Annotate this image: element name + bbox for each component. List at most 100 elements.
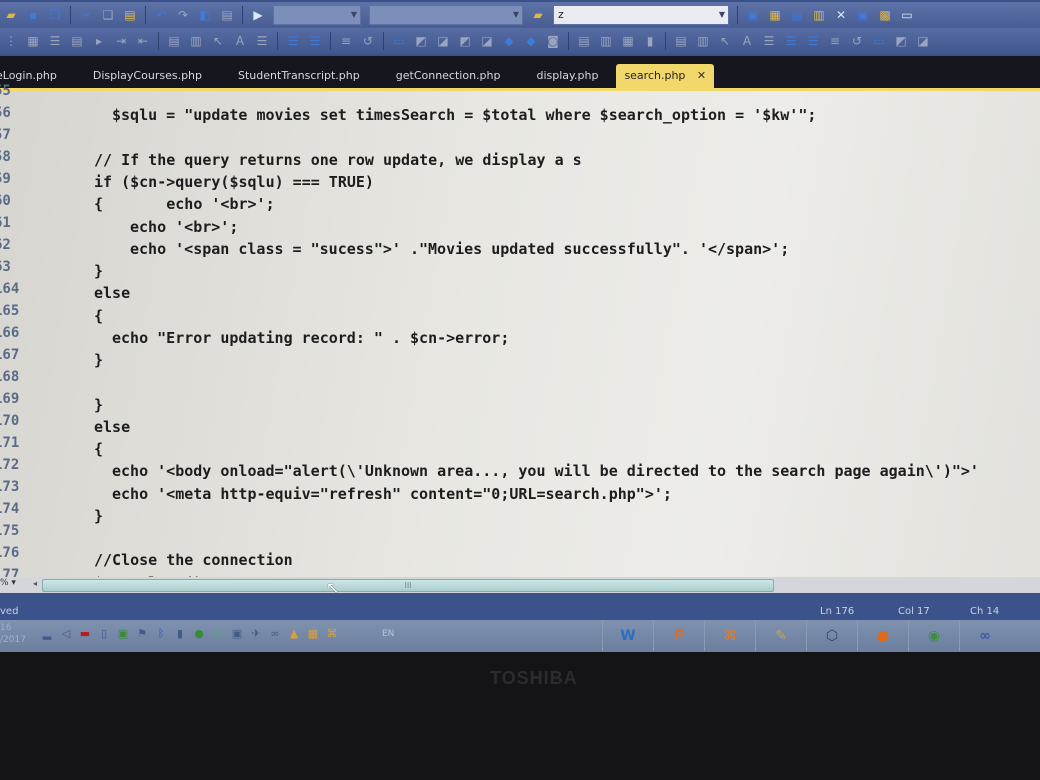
list-members-icon[interactable]: ▤ xyxy=(672,32,690,50)
code-editor[interactable]: 55 56 $sqlu = "update movies set timesSear… xyxy=(0,83,1040,592)
select-icon[interactable]: ↖ xyxy=(209,32,227,50)
prev-bookmark-folder-icon[interactable]: ◩ xyxy=(456,32,474,50)
toolbox-icon[interactable]: ▥ xyxy=(810,6,828,24)
bluetooth-icon[interactable]: ᛒ xyxy=(154,627,168,641)
start-page-icon[interactable]: ▣ xyxy=(854,6,872,24)
navigate-back-icon[interactable]: ◧ xyxy=(196,6,214,24)
close-icon[interactable]: ✕ xyxy=(697,69,706,82)
update-icon[interactable]: ○ xyxy=(211,627,225,641)
text-align-icon[interactable]: ☰ xyxy=(760,32,778,50)
bookmark-icon[interactable]: ▭ xyxy=(390,32,408,50)
code-line[interactable]: echo '<body onload="alert(\'Unknown area… xyxy=(112,462,979,480)
parameter-icon[interactable]: ▥ xyxy=(694,32,712,50)
warning-icon[interactable]: ▲ xyxy=(287,627,301,641)
save-all-icon[interactable]: ❐ xyxy=(46,6,64,24)
copy-icon[interactable]: ❏ xyxy=(99,6,117,24)
tab-search[interactable]: search.php ✕ xyxy=(616,64,715,88)
taskbar-app-connect[interactable]: ∞ xyxy=(959,620,1010,651)
code-line[interactable]: { xyxy=(94,307,103,325)
increase-indent-icon[interactable]: ☰ xyxy=(306,32,324,50)
code-line[interactable]: // If the query returns one row update, … xyxy=(94,151,582,169)
parameter-info-icon[interactable]: ☰ xyxy=(46,32,64,50)
code-line[interactable]: echo "Error updating record: " . $cn->er… xyxy=(112,329,509,347)
tab-display[interactable]: display.php xyxy=(519,64,617,88)
display-icon[interactable]: ▬ xyxy=(78,627,92,641)
extension-icon[interactable]: ▩ xyxy=(876,6,894,24)
indent2-icon[interactable]: ☰ xyxy=(804,32,822,50)
xampp-tray-icon[interactable]: ▦ xyxy=(306,627,320,641)
paste-icon[interactable]: ▤ xyxy=(121,6,139,24)
save-icon[interactable]: ▪ xyxy=(24,6,42,24)
quick-info-icon[interactable]: ▤ xyxy=(68,32,86,50)
tab-studenttranscript[interactable]: StudentTranscript.php xyxy=(220,64,378,88)
find-in-files-icon[interactable]: ▰ xyxy=(529,6,547,24)
debug-window3-icon[interactable]: ▦ xyxy=(619,32,637,50)
code-line[interactable]: } xyxy=(94,262,103,280)
platform-combo[interactable]: ▼ xyxy=(369,5,523,25)
taskbar-app-virtualbox[interactable]: ⬡ xyxy=(806,620,857,651)
member-list-icon[interactable]: ▦ xyxy=(24,32,42,50)
bookmark2-icon[interactable]: ▭ xyxy=(870,32,888,50)
prev-bookmark-doc-icon[interactable]: ◆ xyxy=(500,32,518,50)
link-icon[interactable]: ∞ xyxy=(268,627,282,641)
zoom-level-select[interactable]: % ▾ xyxy=(0,578,28,588)
next-bookmark-doc-icon[interactable]: ◆ xyxy=(522,32,540,50)
taskbar-app-firefox[interactable]: ● xyxy=(857,620,908,651)
cut-icon[interactable]: ✂ xyxy=(77,6,95,24)
signal-icon[interactable]: ▂ xyxy=(40,627,54,641)
code-line[interactable]: $sqlu = "update movies set timesSearch =… xyxy=(112,106,816,124)
complete-word-icon[interactable]: ▸ xyxy=(90,32,108,50)
scroll-left-icon[interactable]: ◂ xyxy=(30,579,40,590)
code-line[interactable]: } xyxy=(94,507,103,525)
uncomment-lines-icon[interactable]: ↺ xyxy=(359,32,377,50)
tab-getconnection[interactable]: getConnection.php xyxy=(378,64,519,88)
undo-icon[interactable]: ↶ xyxy=(152,6,170,24)
code-line[interactable]: { xyxy=(94,440,103,458)
format-icon[interactable]: A xyxy=(231,32,249,50)
prev-bookmark-icon[interactable]: ◩ xyxy=(412,32,430,50)
align-icon[interactable]: ☰ xyxy=(253,32,271,50)
scroll-thumb[interactable]: III xyxy=(42,579,774,592)
comment2-icon[interactable]: ≡ xyxy=(826,32,844,50)
object-browser-icon[interactable]: ▤ xyxy=(788,6,806,24)
globe-icon[interactable]: ● xyxy=(192,627,206,641)
taskbar-app-xampp[interactable]: ⌘ xyxy=(704,620,755,651)
pin-icon[interactable]: ✈ xyxy=(249,627,263,641)
tools-icon[interactable]: ✕ xyxy=(832,6,850,24)
uncomment2-icon[interactable]: ↺ xyxy=(848,32,866,50)
taskbar-app-chrome[interactable]: ◉ xyxy=(908,620,959,651)
prev2-icon[interactable]: ◩ xyxy=(892,32,910,50)
solution-config-combo[interactable]: ▼ xyxy=(273,5,361,25)
uncomment-icon[interactable]: ▥ xyxy=(187,32,205,50)
code-line[interactable]: echo '<meta http-equiv="refresh" content… xyxy=(112,485,672,503)
find-combo[interactable]: z ▼ xyxy=(553,5,729,25)
code-line[interactable]: } xyxy=(94,396,103,414)
code-line[interactable]: else xyxy=(94,284,130,302)
solution-explorer-icon[interactable]: ▣ xyxy=(744,6,762,24)
clear-bookmarks-icon[interactable]: ◙ xyxy=(544,32,562,50)
code-line[interactable]: echo '<span class = "sucess">' ."Movies … xyxy=(130,240,789,258)
code-line[interactable]: if ($cn->query($sqlu) === TRUE) xyxy=(94,173,374,191)
language-indicator[interactable]: EN xyxy=(382,629,394,639)
code-line[interactable]: else xyxy=(94,418,130,436)
monitor-icon[interactable]: ▣ xyxy=(230,627,244,641)
next2-icon[interactable]: ◪ xyxy=(914,32,932,50)
network-icon[interactable]: ▣ xyxy=(116,627,130,641)
debug-window-icon[interactable]: ▤ xyxy=(575,32,593,50)
tab-elogin[interactable]: eLogin.php xyxy=(0,64,75,88)
font-icon[interactable]: A xyxy=(738,32,756,50)
debug-window2-icon[interactable]: ▥ xyxy=(597,32,615,50)
indent-icon[interactable]: ⇥ xyxy=(112,32,130,50)
code-line[interactable]: } xyxy=(94,351,103,369)
redo-icon[interactable]: ↷ xyxy=(174,6,192,24)
open-folder-icon[interactable]: ▰ xyxy=(2,6,20,24)
security-icon[interactable]: ▮ xyxy=(173,627,187,641)
outdent-icon[interactable]: ⇤ xyxy=(134,32,152,50)
taskbar-clock[interactable]: 16 /2017 xyxy=(0,622,26,646)
comment-icon[interactable]: ▤ xyxy=(165,32,183,50)
power-icon[interactable]: ▯ xyxy=(97,627,111,641)
taskbar-app-word[interactable]: W xyxy=(602,620,653,651)
pointer-icon[interactable]: ↖ xyxy=(716,32,734,50)
code-line[interactable]: echo '<br>'; xyxy=(130,218,238,236)
next-bookmark-folder-icon[interactable]: ◪ xyxy=(478,32,496,50)
